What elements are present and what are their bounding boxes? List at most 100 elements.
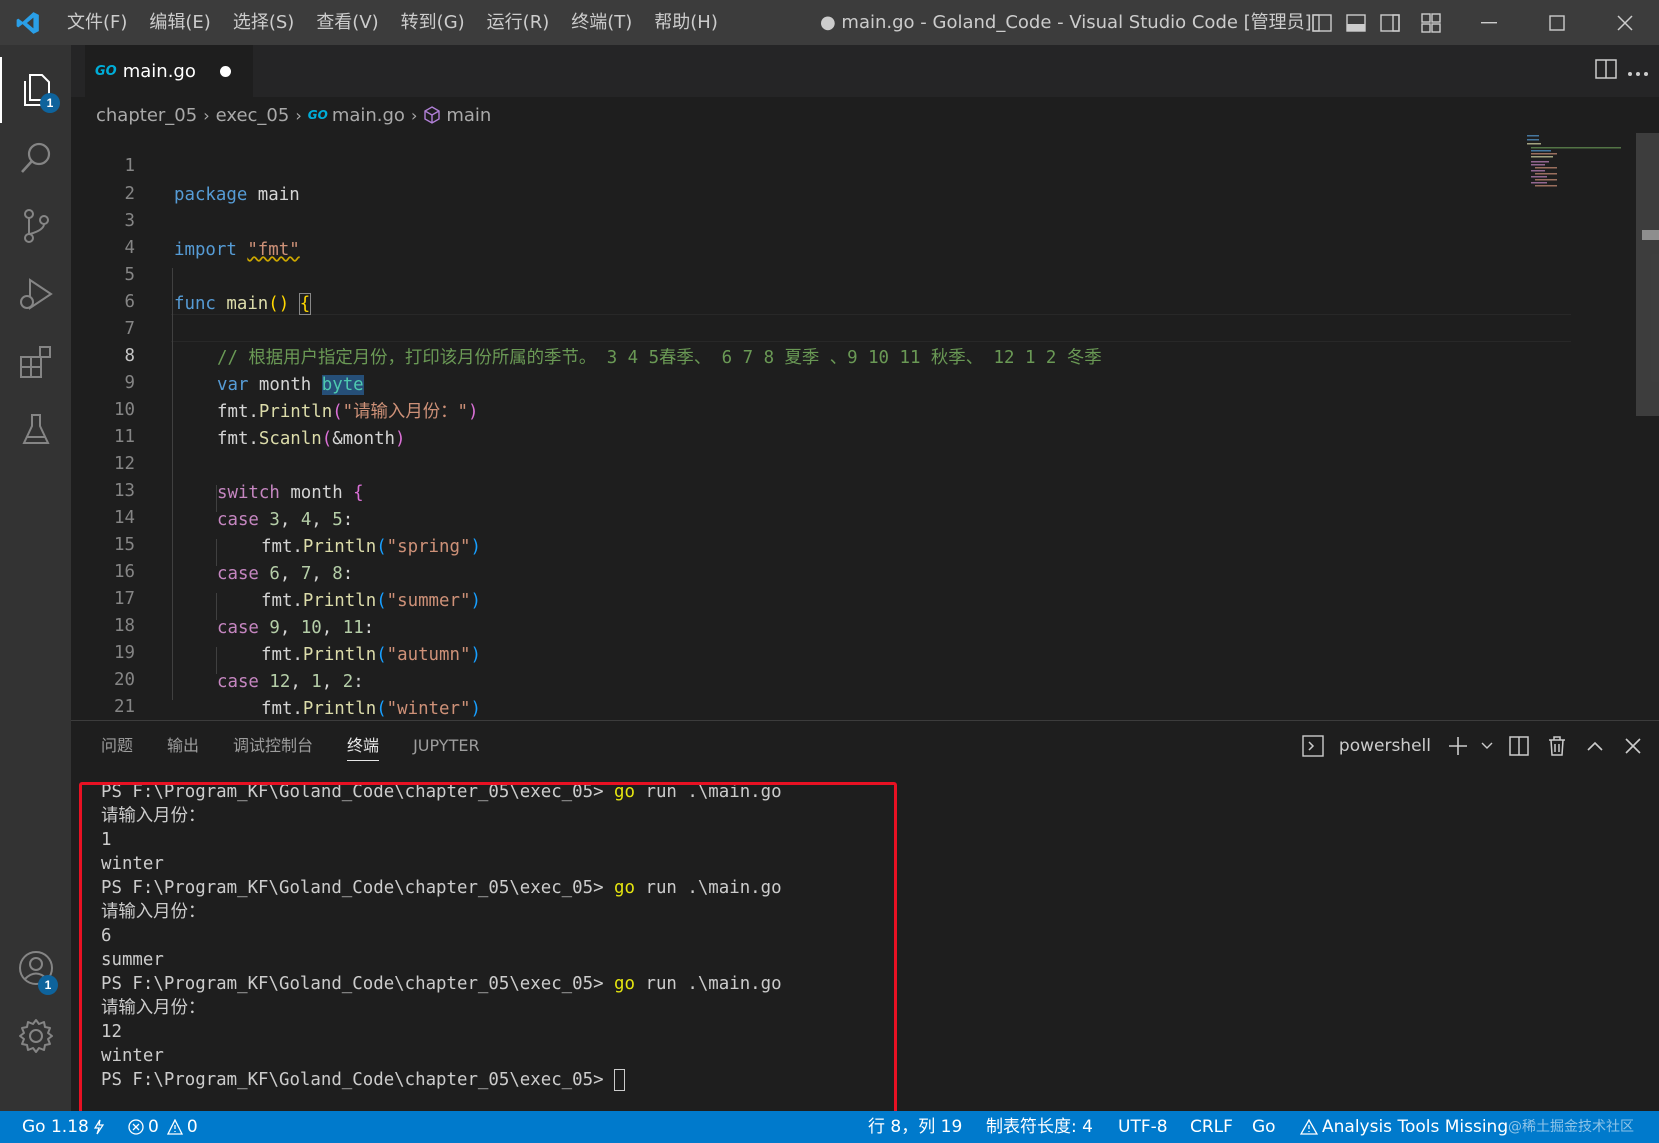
title-controls [1305, 0, 1659, 45]
status-go-version[interactable]: Go 1.18 [22, 1111, 105, 1143]
files-icon[interactable]: 1 [0, 57, 71, 123]
code-line: 6 [71, 260, 1521, 312]
go-file-icon: GO [307, 108, 328, 122]
run-debug-icon[interactable] [0, 261, 71, 327]
breadcrumb-symbol[interactable]: main [446, 105, 491, 126]
code-line: 13 case 3, 4, 5: [71, 449, 1521, 529]
breadcrumb-file[interactable]: main.go [332, 105, 405, 126]
tab-problems[interactable]: 问题 [101, 721, 133, 771]
panel-actions: powershell [1297, 721, 1649, 771]
code-line: 16 fmt.Println("summer") [71, 530, 1521, 610]
editor-tab-bar: GO main.go [71, 45, 1659, 97]
breadcrumb-folder-exec[interactable]: exec_05 [216, 105, 290, 126]
vscode-logo-icon [0, 0, 56, 45]
settings-gear-icon[interactable] [0, 1003, 71, 1069]
token-package: fmt. [261, 698, 303, 717]
minimize-button[interactable] [1455, 0, 1523, 45]
tab-output[interactable]: 输出 [167, 721, 199, 771]
close-window-button[interactable] [1591, 0, 1659, 45]
title-bar: 文件(F) 编辑(E) 选择(S) 查看(V) 转到(G) 运行(R) 终端(T… [0, 0, 1659, 45]
error-count: 0 [148, 1117, 159, 1137]
accounts-icon[interactable]: 1 [0, 935, 71, 1001]
search-icon[interactable] [0, 125, 71, 191]
explorer-badge: 1 [40, 93, 60, 113]
watermark: @稀土掘金技术社区 [1508, 1119, 1634, 1135]
toggle-panel-icon[interactable] [1339, 0, 1373, 45]
testing-icon[interactable] [0, 397, 71, 463]
chevron-right-icon: › [203, 105, 210, 125]
editor-scrollbar[interactable] [1636, 133, 1659, 416]
lightning-icon [93, 1119, 105, 1135]
go-version-label: Go 1.18 [22, 1117, 89, 1137]
panel-tab-bar: 问题 输出 调试控制台 终端 JUPYTER [71, 721, 514, 771]
menu-help[interactable]: 帮助(H) [643, 0, 729, 45]
trash-icon[interactable] [1541, 730, 1573, 762]
more-actions-icon[interactable] [1627, 62, 1649, 81]
tab-debug-console[interactable]: 调试控制台 [233, 721, 313, 771]
menu-bar: 文件(F) 编辑(E) 选择(S) 查看(V) 转到(G) 运行(R) 终端(T… [56, 0, 729, 45]
close-icon[interactable] [1617, 730, 1649, 762]
menu-view[interactable]: 查看(V) [305, 0, 389, 45]
status-cursor-position[interactable]: 行 8，列 19 [868, 1111, 962, 1143]
extensions-icon[interactable] [0, 329, 71, 395]
status-analysis-tools[interactable]: Analysis Tools Missing [1300, 1111, 1508, 1143]
accounts-badge: 1 [38, 975, 58, 995]
menu-selection[interactable]: 选择(S) [222, 0, 305, 45]
menu-file[interactable]: 文件(F) [56, 0, 138, 45]
code-line: 11 [71, 395, 1521, 447]
code-line: 21 } [71, 665, 1521, 717]
code-editor[interactable]: 1 package main 2 3 import "fmt" 4 5 func… [71, 133, 1571, 717]
toggle-sidebar-icon[interactable] [1305, 0, 1339, 45]
warning-icon [1300, 1119, 1318, 1135]
status-problems[interactable]: 0 0 [128, 1111, 198, 1143]
source-control-icon[interactable] [0, 193, 71, 259]
code-line: 18 fmt.Println("autumn") [71, 584, 1521, 664]
status-language[interactable]: Go [1252, 1111, 1276, 1143]
tab-terminal[interactable]: 终端 [347, 721, 380, 771]
editor-actions [1595, 45, 1649, 97]
toggle-secondary-sidebar-icon[interactable] [1373, 0, 1407, 45]
tab-main-go[interactable]: GO main.go [85, 45, 253, 97]
split-terminal-icon[interactable] [1503, 730, 1535, 762]
scrollbar-cursor-marker [1642, 230, 1659, 240]
code-line: 14 fmt.Println("spring") [71, 476, 1521, 556]
status-eol[interactable]: CRLF [1190, 1111, 1233, 1143]
code-line-current: 8 var month byte [71, 314, 1521, 395]
unsaved-dot-icon[interactable] [220, 66, 231, 77]
code-line: 12 switch month { [71, 422, 1521, 502]
maximize-button[interactable] [1523, 0, 1591, 45]
code-line: 7 // 根据用户指定月份，打印该月份所属的季节。 3 4 5春季、 6 7 8… [71, 287, 1521, 367]
terminal-shell-name[interactable]: powershell [1339, 736, 1431, 756]
chevron-right-icon: › [410, 105, 418, 125]
token-function: Println [302, 698, 377, 717]
code-line: 2 [71, 152, 1521, 204]
menu-go[interactable]: 转到(G) [390, 0, 476, 45]
code-line: 15 case 6, 7, 8: [71, 503, 1521, 583]
menu-edit[interactable]: 编辑(E) [138, 0, 221, 45]
code-line: 9 fmt.Println("请输入月份：") [71, 341, 1521, 421]
add-icon[interactable] [1445, 730, 1471, 762]
warning-count: 0 [186, 1117, 198, 1137]
warning-icon [166, 1119, 183, 1135]
menu-terminal[interactable]: 终端(T) [560, 0, 643, 45]
split-editor-icon[interactable] [1595, 59, 1617, 83]
menu-run[interactable]: 运行(R) [476, 0, 561, 45]
status-tab-size[interactable]: 制表符长度: 4 [986, 1111, 1093, 1143]
code-line: 4 [71, 206, 1521, 258]
code-line: 5 func main() { [71, 233, 1521, 315]
analysis-tools-label: Analysis Tools Missing [1322, 1117, 1509, 1137]
status-encoding[interactable]: UTF-8 [1118, 1111, 1168, 1143]
chevron-right-icon: › [295, 105, 302, 125]
annotation-highlight-box [79, 782, 897, 1118]
customize-layout-icon[interactable] [1407, 0, 1455, 45]
code-line: 20 fmt.Println("winter") [71, 638, 1521, 717]
maximize-panel-icon[interactable] [1579, 730, 1611, 762]
breadcrumb-folder-chapter[interactable]: chapter_05 [96, 105, 197, 126]
code-line: 3 import "fmt" [71, 179, 1521, 259]
minimap[interactable] [1523, 133, 1633, 193]
tab-jupyter[interactable]: JUPYTER [413, 721, 480, 771]
chevron-down-icon[interactable] [1477, 730, 1497, 762]
line-number: 21 [114, 697, 135, 717]
error-icon [128, 1119, 144, 1135]
activity-bar: 1 1 [0, 45, 71, 1111]
